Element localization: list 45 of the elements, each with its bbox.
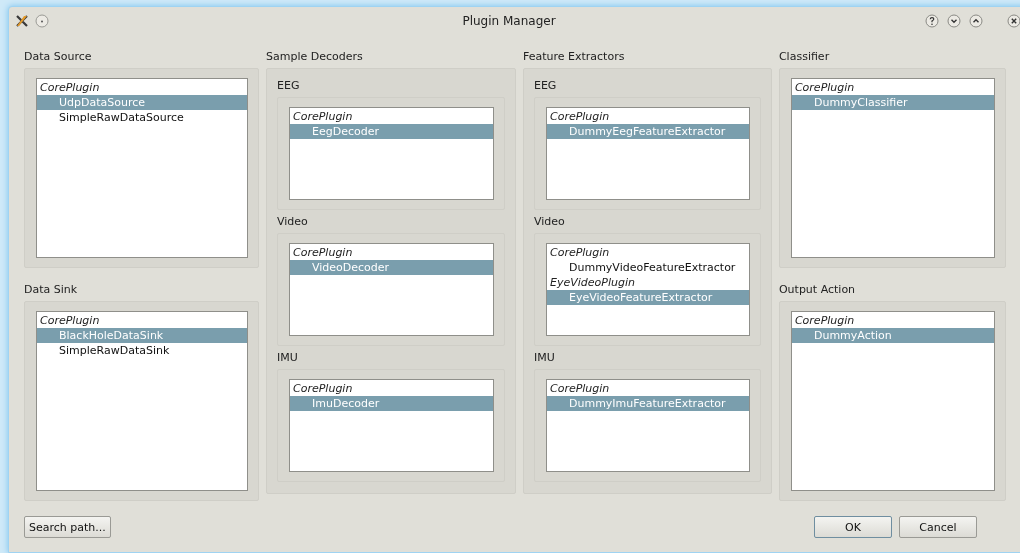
plugin-list[interactable]: CorePlugin UdpDataSource SimpleRawDataSource [36, 78, 248, 258]
search-path-button[interactable]: Search path... [24, 516, 111, 538]
group-title: Sample Decoders [266, 51, 364, 63]
group-title: Data Source [24, 51, 93, 63]
window-title: Plugin Manager [462, 13, 556, 28]
close-icon[interactable] [1007, 13, 1020, 28]
plugin-list-item[interactable]: SimpleRawDataSink [37, 343, 247, 358]
subgroup-title: Video [277, 216, 309, 228]
plugin-group-label: CorePlugin [292, 381, 354, 396]
plugin-group-label: CorePlugin [793, 313, 856, 328]
group-title: Data Sink [24, 284, 79, 296]
maximize-icon[interactable] [969, 13, 983, 28]
help-icon[interactable] [925, 13, 939, 28]
app-icon[interactable] [15, 13, 29, 28]
subgroup-title: IMU [277, 352, 299, 364]
ok-button[interactable]: OK [814, 516, 892, 538]
group-title: Classifier [778, 51, 831, 63]
group-title: Output Action [778, 284, 857, 296]
plugin-group-label: CorePlugin [793, 80, 856, 95]
plugin-list[interactable]: CorePlugin DummyClassifier [790, 78, 995, 258]
plugin-list[interactable]: CorePlugin DummyEegFeatureExtractor [545, 107, 750, 200]
plugin-group-label: CorePlugin [548, 109, 611, 124]
plugin-group-label: CorePlugin [39, 313, 101, 328]
plugin-group-label: CorePlugin [292, 245, 354, 260]
minimize-icon[interactable] [947, 13, 961, 28]
plugin-group-label: CorePlugin [548, 381, 611, 396]
plugin-list[interactable]: CorePlugin EegDecoder [289, 107, 494, 200]
plugin-list[interactable]: CorePlugin VideoDecoder [289, 243, 494, 336]
plugin-list-item[interactable]: DummyVideoFeatureExtractor [546, 260, 749, 275]
plugin-list-item[interactable]: SimpleRawDataSource [37, 110, 247, 125]
plugin-group-label: CorePlugin [39, 80, 101, 95]
subgroup-title: Video [533, 216, 566, 228]
plugin-group-label: CorePlugin [548, 245, 611, 260]
plugin-list[interactable]: CorePlugin DummyAction [790, 311, 995, 491]
plugin-group-label: EyeVideoPlugin [548, 275, 636, 290]
subgroup-title: EEG [533, 80, 558, 92]
subgroup-title: IMU [533, 352, 556, 364]
cancel-button[interactable]: Cancel [899, 516, 977, 538]
plugin-list[interactable]: CorePlugin BlackHoleDataSink SimpleRawDataSink [36, 311, 248, 491]
plugin-group-label: CorePlugin [292, 109, 354, 124]
group-title: Feature Extractors [522, 51, 626, 63]
subgroup-title: EEG [277, 80, 301, 92]
plugin-list[interactable]: CorePlugin ImuDecoder [289, 379, 494, 472]
plugin-list[interactable]: CorePlugin DummyImuFeatureExtractor [545, 379, 750, 472]
plugin-list[interactable]: CorePlugin DummyVideoFeatureExtractor EyeVideoPlugin EyeVideoFeatureExtractor [545, 243, 750, 336]
